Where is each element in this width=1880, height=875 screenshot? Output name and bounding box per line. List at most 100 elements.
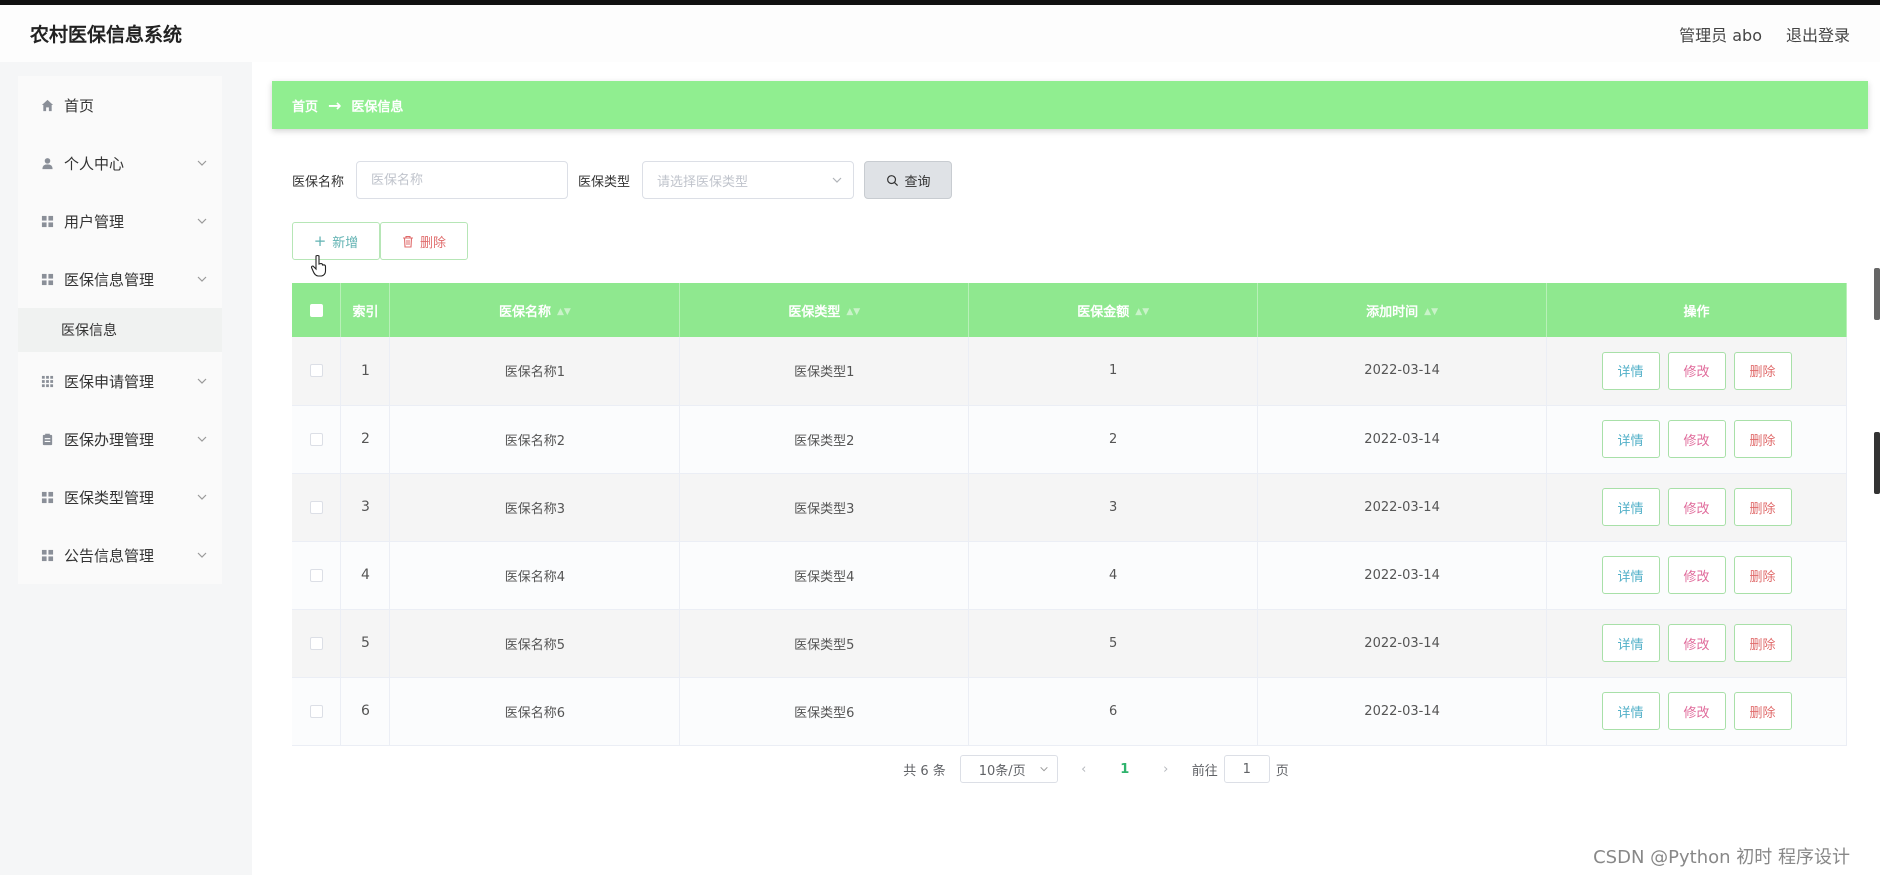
row-amount: 2 — [968, 405, 1259, 474]
sort-icon[interactable]: ▲▼ — [557, 307, 571, 317]
row-select-cell[interactable] — [292, 609, 342, 678]
delete-button[interactable]: 删除 — [1733, 556, 1792, 594]
row-select-cell[interactable] — [292, 473, 342, 542]
sidebar-item-types[interactable]: 医保类型管理 — [18, 468, 222, 526]
edit-button[interactable]: 修改 — [1667, 692, 1726, 730]
add-button-label: 新增 — [332, 235, 359, 251]
chevron-down-icon — [197, 378, 207, 384]
row-actions: 详情 修改 删除 — [1546, 677, 1847, 746]
prev-page-icon[interactable]: ‹ — [1072, 762, 1096, 777]
row-select-cell[interactable] — [292, 405, 342, 474]
page-size-select[interactable]: 10条/页 — [959, 755, 1058, 783]
column-header-amount[interactable]: 医保金额 ▲▼ — [968, 283, 1259, 337]
row-amount: 1 — [968, 337, 1259, 406]
hand-cursor-icon — [310, 254, 327, 277]
page-number[interactable]: 1 — [1110, 762, 1140, 777]
sidebar-item-application[interactable]: 医保申请管理 — [18, 352, 222, 410]
sidebar-item-insurance-info[interactable]: 医保信息管理 — [18, 250, 222, 308]
breadcrumb: 首页 → 医保信息 — [272, 81, 1868, 129]
detail-button[interactable]: 详情 — [1601, 351, 1660, 390]
row-checkbox[interactable] — [309, 432, 323, 446]
delete-button[interactable]: 删除 — [1733, 351, 1792, 390]
table-row: 6 医保名称6 医保类型6 6 2022-03-14 详情 修改 删除 — [292, 677, 1847, 746]
sidebar-item-profile[interactable]: 个人中心 — [18, 134, 222, 192]
row-checkbox[interactable] — [309, 364, 323, 378]
sidebar-item-label: 公告信息管理 — [64, 546, 155, 565]
chevron-down-icon — [832, 177, 842, 183]
sort-icon[interactable]: ▲▼ — [1424, 307, 1438, 317]
detail-button[interactable]: 详情 — [1601, 556, 1660, 594]
table-header-row: 索引 医保名称 ▲▼ 医保类型 ▲▼ 医保金额 ▲▼ 添加时间 ▲▼ 操作 — [292, 283, 1847, 337]
sidebar-item-label: 医保类型管理 — [64, 488, 155, 507]
delete-button[interactable]: 删除 — [1733, 488, 1792, 526]
detail-button[interactable]: 详情 — [1601, 420, 1660, 458]
column-header-name[interactable]: 医保名称 ▲▼ — [389, 283, 681, 337]
sidebar-item-label: 首页 — [64, 96, 95, 115]
row-select-cell[interactable] — [292, 337, 342, 406]
add-button[interactable]: + 新增 — [292, 222, 380, 260]
page-suffix: 页 — [1275, 763, 1289, 779]
sidebar-item-home[interactable]: 首页 — [18, 76, 222, 134]
grid-icon — [40, 214, 54, 228]
row-type: 医保类型2 — [679, 405, 970, 474]
submenu-item-insurance-info[interactable]: 医保信息 — [18, 308, 222, 352]
row-actions: 详情 修改 删除 — [1546, 337, 1847, 406]
sidebar-item-users[interactable]: 用户管理 — [18, 192, 222, 250]
row-date: 2022-03-14 — [1257, 677, 1548, 746]
goto-page-input[interactable] — [1223, 755, 1270, 783]
breadcrumb-home[interactable]: 首页 — [292, 96, 318, 115]
edit-button[interactable]: 修改 — [1667, 624, 1726, 662]
row-select-cell[interactable] — [292, 677, 342, 746]
logout-link[interactable]: 退出登录 — [1786, 22, 1850, 46]
delete-button[interactable]: 删除 — [1733, 420, 1792, 458]
pagination: 共 6 条 10条/页 ‹ 1 › 前往 页 — [252, 755, 1880, 783]
detail-button[interactable]: 详情 — [1601, 624, 1660, 662]
page-size-value: 10条/页 — [978, 763, 1026, 779]
side-scroll-handle[interactable] — [1874, 432, 1880, 494]
column-header-type[interactable]: 医保类型 ▲▼ — [679, 283, 970, 337]
sidebar-item-handling[interactable]: 医保办理管理 — [18, 410, 222, 468]
row-amount: 3 — [968, 473, 1259, 542]
delete-button[interactable]: 删除 — [1733, 624, 1792, 662]
detail-button[interactable]: 详情 — [1601, 488, 1660, 526]
grid-icon — [40, 272, 54, 286]
type-select[interactable]: 请选择医保类型 — [642, 161, 855, 199]
row-name: 医保名称6 — [389, 677, 681, 746]
row-checkbox[interactable] — [309, 500, 323, 514]
edit-button[interactable]: 修改 — [1667, 420, 1726, 458]
row-checkbox[interactable] — [309, 568, 323, 582]
column-header-date[interactable]: 添加时间 ▲▼ — [1257, 283, 1548, 337]
batch-delete-button[interactable]: 删除 — [380, 222, 468, 260]
row-index: 3 — [340, 473, 391, 542]
row-date: 2022-03-14 — [1257, 541, 1548, 610]
app-header: 农村医保信息系统 管理员 abo 退出登录 — [0, 5, 1880, 62]
select-all-cell[interactable] — [292, 283, 342, 337]
edit-button[interactable]: 修改 — [1667, 556, 1726, 594]
name-search-input[interactable] — [356, 161, 569, 199]
sort-icon[interactable]: ▲▼ — [846, 307, 860, 317]
row-date: 2022-03-14 — [1257, 405, 1548, 474]
watermark: CSDN @Python 初时 程序设计 — [1593, 847, 1850, 868]
row-index: 6 — [340, 677, 391, 746]
edit-button[interactable]: 修改 — [1667, 351, 1726, 390]
row-checkbox[interactable] — [309, 636, 323, 650]
edit-button[interactable]: 修改 — [1667, 488, 1726, 526]
side-scroll-handle[interactable] — [1874, 268, 1880, 320]
chevron-down-icon — [197, 494, 207, 500]
next-page-icon[interactable]: › — [1154, 762, 1178, 777]
query-button-label: 查询 — [904, 174, 931, 190]
delete-button[interactable]: 删除 — [1733, 692, 1792, 730]
sort-icon[interactable]: ▲▼ — [1135, 307, 1149, 317]
trash-icon — [402, 235, 413, 248]
row-date: 2022-03-14 — [1257, 473, 1548, 542]
grid-icon — [40, 548, 54, 562]
row-name: 医保名称2 — [389, 405, 681, 474]
query-button[interactable]: 查询 — [864, 161, 953, 199]
detail-button[interactable]: 详情 — [1601, 692, 1660, 730]
row-select-cell[interactable] — [292, 541, 342, 610]
sidebar-item-notices[interactable]: 公告信息管理 — [18, 526, 222, 584]
select-all-checkbox[interactable] — [309, 303, 323, 317]
column-header-actions: 操作 — [1546, 283, 1847, 337]
row-checkbox[interactable] — [309, 704, 323, 718]
column-header-label: 添加时间 — [1366, 304, 1419, 320]
